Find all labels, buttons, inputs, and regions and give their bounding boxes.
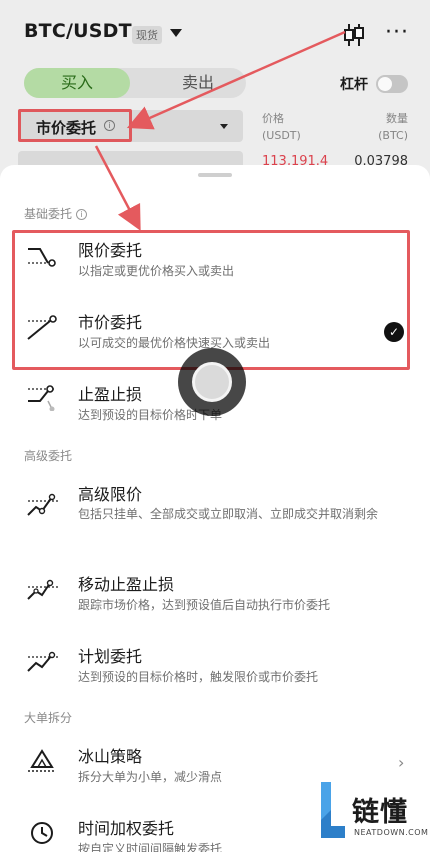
item-desc: 包括只挂单、全部成交或立即取消、立即成交并取消剩余 — [78, 507, 379, 521]
section-split-title: 大单拆分 — [24, 711, 73, 725]
item-title: 止盈止损 — [78, 385, 143, 404]
trailing-stop-icon — [27, 579, 58, 600]
section-title-text: 基础委托 — [24, 207, 73, 221]
item-desc: 跟踪市场价格，达到预设值后自动执行市价委托 — [78, 598, 331, 612]
item-title: 移动止盈止损 — [78, 575, 175, 594]
item-desc: 达到预设的目标价格时下单 — [78, 408, 223, 422]
section-advanced-title: 高级委托 — [24, 449, 73, 463]
item-title: 时间加权委托 — [78, 819, 175, 838]
item-title: 冰山策略 — [78, 747, 143, 766]
sheet-grabber[interactable] — [198, 173, 232, 177]
order-type-advanced-limit[interactable]: 高级限价 包括只挂单、全部成交或立即取消、立即成交并取消剩余 — [0, 479, 430, 549]
touch-indicator-core — [192, 362, 232, 402]
info-icon[interactable]: i — [76, 209, 88, 220]
order-type-trigger[interactable]: 计划委托 达到预设的目标价格时，触发限价或市价委托 — [0, 641, 430, 695]
twap-clock-icon — [31, 822, 53, 844]
section-basic-title: 基础委托 i — [24, 205, 88, 222]
order-type-trailing-stop[interactable]: 移动止盈止损 跟踪市场价格，达到预设值后自动执行市价委托 — [0, 569, 430, 623]
advanced-limit-icon — [27, 493, 58, 516]
take-profit-stop-loss-icon — [28, 385, 56, 411]
trigger-order-icon — [27, 651, 58, 672]
item-desc: 达到预设的目标价格时，触发限价或市价委托 — [78, 670, 319, 684]
item-title: 计划委托 — [78, 647, 143, 666]
watermark-subtext: NEATDOWN.COM — [354, 828, 429, 837]
item-title: 高级限价 — [78, 485, 143, 504]
logo-mark-icon — [321, 782, 345, 838]
screen: BTC/USDT 现货 ··· 买入 卖出 杠杆 市价委托 i 价格 (USDT… — [0, 0, 430, 852]
iceberg-icon — [28, 749, 56, 772]
touch-indicator — [178, 348, 246, 416]
chevron-right-icon: › — [398, 753, 405, 772]
watermark-logo: 链懂 NEATDOWN.COM — [314, 776, 430, 852]
watermark-text: 链懂 — [352, 797, 408, 828]
